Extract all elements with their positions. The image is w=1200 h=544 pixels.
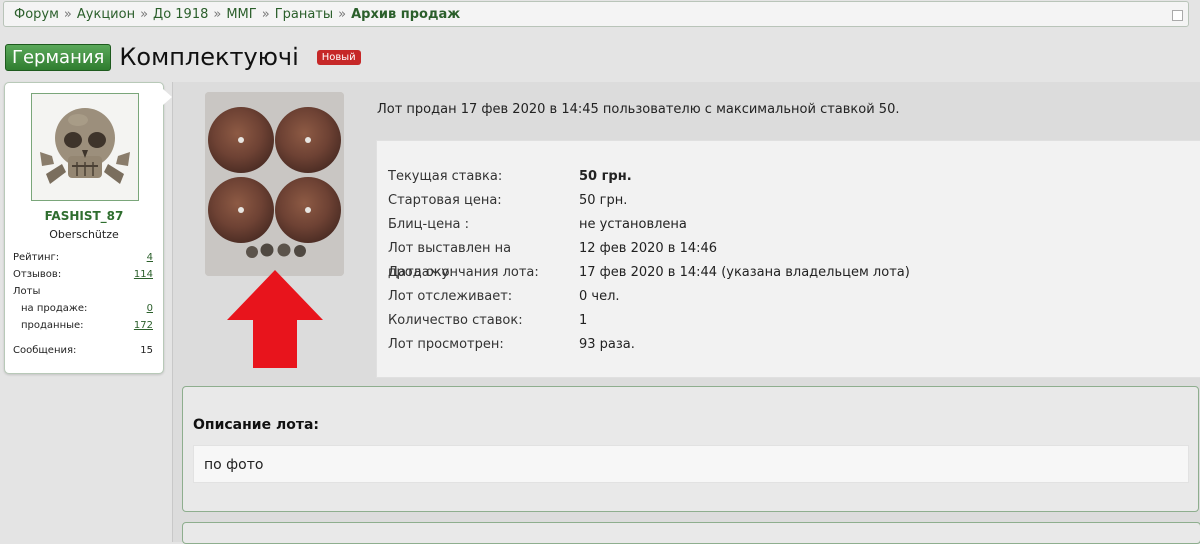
detail-row-start-price: Стартовая цена: 50 грн. xyxy=(388,189,910,213)
stat-reviews: Отзывов: 114 xyxy=(13,266,153,283)
breadcrumb-separator: » xyxy=(261,7,270,22)
detail-value: не установлена xyxy=(579,217,687,232)
detail-label: Дата окончания лота: xyxy=(388,265,539,280)
stat-label: проданные: xyxy=(21,320,84,331)
detail-label: Лот просмотрен: xyxy=(388,337,504,352)
avatar[interactable] xyxy=(31,93,139,201)
red-arrow-up-icon xyxy=(227,270,323,368)
stat-on-sale: на продаже: 0 xyxy=(13,300,153,317)
stat-label: Рейтинг: xyxy=(13,252,60,263)
reviews-link[interactable]: 114 xyxy=(134,266,153,283)
stat-label: на продаже: xyxy=(21,303,88,314)
breadcrumb-menu-icon[interactable] xyxy=(1172,10,1183,21)
breadcrumb-separator: » xyxy=(140,7,149,22)
breadcrumb-auction[interactable]: Аукцион xyxy=(77,7,135,22)
stat-sold: проданные: 172 xyxy=(13,317,153,334)
detail-row-current-bid: Текущая ставка: 50 грн. xyxy=(388,165,910,189)
on-sale-link[interactable]: 0 xyxy=(147,300,153,317)
detail-value: 17 фев 2020 в 14:44 (указана владельцем … xyxy=(579,265,910,280)
detail-label: Блиц-цена : xyxy=(388,217,470,232)
stat-messages: Сообщения: 15 xyxy=(13,342,153,359)
detail-row-bid-count: Количество ставок: 1 xyxy=(388,309,910,333)
detail-row-views: Лот просмотрен: 93 раза. xyxy=(388,333,910,357)
breadcrumb-separator: » xyxy=(63,7,72,22)
stat-rating: Рейтинг: 4 xyxy=(13,249,153,266)
breadcrumb-separator: » xyxy=(338,7,347,22)
detail-row-blitz-price: Блиц-цена : не установлена xyxy=(388,213,910,237)
thread-prefix[interactable]: Германия xyxy=(5,43,112,71)
detail-row-end-date: Дата окончания лота: 17 фев 2020 в 14:44… xyxy=(388,261,910,285)
disc-parts-photo-icon xyxy=(205,92,344,276)
breadcrumb-sales-archive[interactable]: Архив продаж xyxy=(351,7,460,22)
lot-photo[interactable] xyxy=(205,92,344,276)
stat-value: 15 xyxy=(140,345,153,356)
new-badge: Новый xyxy=(316,49,361,65)
detail-label: Лот отслеживает: xyxy=(388,289,513,304)
breadcrumb-before-1918[interactable]: До 1918 xyxy=(153,7,208,22)
breadcrumb-separator: » xyxy=(213,7,222,22)
username[interactable]: FASHIST_87 xyxy=(5,209,163,223)
detail-value: 93 раза. xyxy=(579,337,635,352)
panel-pointer xyxy=(163,89,172,105)
detail-value: 1 xyxy=(579,313,588,328)
detail-row-watchers: Лот отслеживает: 0 чел. xyxy=(388,285,910,309)
description-text: по фото xyxy=(193,445,1189,483)
breadcrumb: Форум » Аукцион » До 1918 » ММГ » Гранаты » Архив … xyxy=(3,1,1189,27)
stat-label: Отзывов: xyxy=(13,269,62,280)
stat-label: Лоты xyxy=(13,286,41,297)
lot-details-table: Текущая ставка: 50 грн. Стартовая цена: … xyxy=(388,165,910,357)
breadcrumb-mmg[interactable]: ММГ xyxy=(226,7,256,22)
detail-label: Стартовая цена: xyxy=(388,193,502,208)
page-title: Комплектуючі xyxy=(119,43,299,71)
detail-label: Количество ставок: xyxy=(388,313,523,328)
skull-badge-icon xyxy=(32,94,138,200)
user-rank: Oberschütze xyxy=(49,228,119,241)
stat-label: Сообщения: xyxy=(13,345,77,356)
stat-lots: Лоты xyxy=(13,283,153,300)
breadcrumb-grenades[interactable]: Гранаты xyxy=(275,7,333,22)
detail-value: 50 грн. xyxy=(579,193,628,208)
user-info-panel: FASHIST_87 Oberschütze Рейтинг: 4 Отзыво… xyxy=(4,82,172,374)
rating-link[interactable]: 4 xyxy=(147,249,153,266)
next-section-box xyxy=(182,522,1200,544)
description-heading: Описание лота: xyxy=(193,417,320,433)
detail-value: 12 фев 2020 в 14:46 xyxy=(579,241,718,256)
detail-value: 0 чел. xyxy=(579,289,620,304)
lot-sold-status: Лот продан 17 фев 2020 в 14:45 пользоват… xyxy=(377,102,900,117)
detail-row-listed: Лот выставлен на продажу: 12 фев 2020 в … xyxy=(388,237,910,280)
detail-label: Лот выставлен на продажу: xyxy=(388,241,512,280)
sold-link[interactable]: 172 xyxy=(134,317,153,334)
detail-value: 50 грн. xyxy=(579,169,632,184)
user-stats: Рейтинг: 4 Отзывов: 114 Лоты на продаже:… xyxy=(13,249,153,359)
thread-title-row: Германия Комплектуючі Новый xyxy=(5,40,361,74)
detail-label: Текущая ставка: xyxy=(388,169,503,184)
breadcrumb-forum[interactable]: Форум xyxy=(14,7,59,22)
